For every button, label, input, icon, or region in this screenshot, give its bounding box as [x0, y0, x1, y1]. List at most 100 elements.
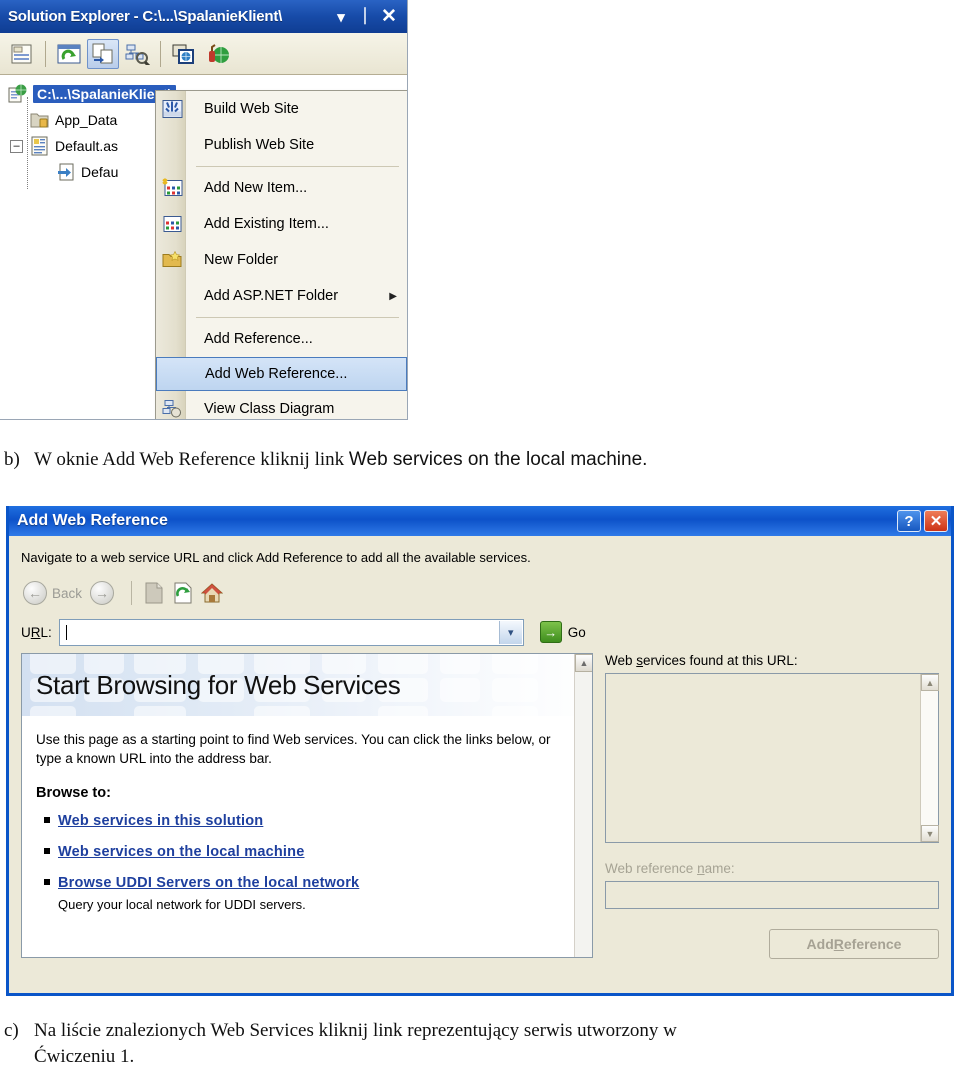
caption-b: b) W oknie Add Web Reference kliknij link…: [4, 447, 944, 473]
help-icon[interactable]: ?: [897, 510, 921, 532]
copy-website-icon[interactable]: [168, 39, 200, 69]
page-root: Solution Explorer - C:\...\SpalanieKlien…: [0, 0, 960, 1072]
tree-item-label: Default.as: [55, 138, 119, 154]
build-icon: [162, 100, 183, 119]
caption-b-part1: W oknie Add Web Reference: [34, 449, 261, 470]
link-web-services-on-the-local-machine[interactable]: Web services on the local machine: [58, 844, 304, 860]
scroll-up-icon[interactable]: ▲: [575, 654, 592, 672]
chevron-right-icon: ▶: [389, 290, 397, 302]
menu-separator-2: [196, 317, 399, 318]
menu-item-label: Add New Item...: [204, 180, 308, 196]
link-browse-uddi-servers[interactable]: Browse UDDI Servers on the local network: [58, 875, 359, 891]
link-web-services-in-this-solution[interactable]: Web services in this solution: [58, 813, 263, 829]
url-row: URL: ▾ → Go: [9, 615, 951, 649]
go-label: Go: [567, 624, 586, 640]
navbar-separator: [131, 581, 133, 605]
add-new-item-icon: [162, 178, 183, 198]
browse-to-label: Browse to:: [36, 785, 111, 801]
new-folder-icon: [162, 250, 183, 270]
dropdown-icon[interactable]: ▾: [329, 5, 353, 29]
menu-item-add-new-item[interactable]: Add New Item...: [156, 170, 407, 206]
add-reference-button[interactable]: Add Reference: [769, 929, 939, 959]
menu-item-add-web-reference[interactable]: Add Web Reference...: [156, 357, 407, 391]
folder-data-icon: [30, 113, 49, 128]
url-input[interactable]: ▾: [58, 618, 524, 646]
tree-item-label: App_Data: [55, 112, 118, 128]
menu-item-label: Add Existing Item...: [204, 216, 329, 232]
bullet-icon: [44, 879, 50, 885]
caption-c-line1: c) Na liście znalezionych Web Services kl…: [4, 1018, 944, 1044]
go-arrow-icon: →: [539, 621, 562, 643]
solution-explorer-panel: Solution Explorer - C:\...\SpalanieKlien…: [0, 0, 408, 420]
toolbar-separator-2: [160, 40, 161, 67]
properties-icon[interactable]: [6, 39, 38, 69]
tree-item-label: Defau: [81, 164, 119, 180]
scroll-down-icon[interactable]: ▼: [921, 825, 939, 842]
menu-item-build-web-site[interactable]: Build Web Site: [156, 91, 407, 127]
add-existing-item-icon: [162, 215, 183, 234]
menu-item-label: Add Web Reference...: [205, 366, 348, 382]
pin-icon[interactable]: ⏐: [353, 5, 377, 29]
menu-item-new-folder[interactable]: New Folder: [156, 242, 407, 278]
caption-c-marker: c): [4, 1020, 19, 1041]
back-button[interactable]: ← Back: [23, 581, 82, 605]
stop-icon[interactable]: [141, 580, 167, 606]
bullet-icon: [44, 817, 50, 823]
web-reference-name-input[interactable]: [605, 881, 939, 909]
dialog-instruction: Navigate to a web service URL and click …: [21, 550, 531, 565]
refresh-icon[interactable]: [170, 580, 196, 606]
menu-separator: [196, 166, 399, 167]
browser-pane: Start Browsing for Web Services Use this…: [21, 653, 593, 958]
dialog-button-row: Add Reference: [605, 929, 939, 959]
go-button[interactable]: → Go: [539, 621, 586, 643]
browser-heading: Start Browsing for Web Services: [36, 670, 401, 700]
menu-item-add-aspnet-folder[interactable]: Add ASP.NET Folder ▶: [156, 278, 407, 314]
dialog-titlebar: Add Web Reference ? ✕: [9, 506, 951, 536]
caption-b-marker: b): [4, 449, 20, 470]
class-diagram-icon: [162, 400, 183, 419]
add-web-reference-dialog: Add Web Reference ? ✕ Navigate to a web …: [6, 506, 954, 996]
browser-scrollbar[interactable]: ▲: [574, 654, 592, 957]
dialog-title: Add Web Reference: [17, 512, 168, 529]
list-item: Web services in this solution: [44, 811, 576, 831]
solution-explorer-toolbar: [0, 33, 407, 75]
menu-item-view-class-diagram[interactable]: View Class Diagram: [156, 391, 407, 419]
close-icon[interactable]: ✕: [924, 510, 948, 532]
refresh-icon[interactable]: [53, 39, 85, 69]
toolbar-separator: [45, 40, 46, 67]
link-uddi-description: Query your local network for UDDI server…: [58, 897, 306, 912]
web-services-listbox[interactable]: ▲ ▼: [605, 673, 939, 843]
web-services-found-label: Web services found at this URL:: [605, 653, 798, 668]
browser-header-banner: Start Browsing for Web Services: [22, 654, 592, 716]
home-icon[interactable]: [199, 580, 225, 606]
browser-intro-text: Use this page as a starting point to fin…: [36, 732, 551, 766]
solution-explorer-titlebar: Solution Explorer - C:\...\SpalanieKlien…: [0, 0, 407, 33]
forward-button[interactable]: →: [90, 581, 115, 605]
aspnet-config-icon[interactable]: [202, 39, 234, 69]
listbox-scrollbar[interactable]: ▲ ▼: [920, 674, 939, 842]
code-file-icon: [58, 163, 74, 181]
class-view-icon[interactable]: [121, 39, 153, 69]
menu-item-label: Publish Web Site: [204, 137, 315, 153]
browse-links-list: Web services in this solution Web servic…: [36, 811, 576, 914]
browser-content: Use this page as a starting point to fin…: [22, 716, 592, 914]
menu-item-label: New Folder: [204, 252, 279, 268]
menu-item-label: Add Reference...: [204, 331, 313, 347]
website-icon: [8, 84, 27, 103]
forward-arrow-icon: →: [90, 581, 115, 605]
chevron-down-icon[interactable]: ▾: [498, 620, 522, 644]
text-caret: [65, 624, 67, 640]
list-item: Web services on the local machine: [44, 842, 576, 862]
menu-item-add-existing-item[interactable]: Add Existing Item...: [156, 206, 407, 242]
url-label: URL:: [21, 624, 52, 640]
results-pane: Web services found at this URL: ▲ ▼ Web …: [593, 653, 941, 959]
scroll-up-icon[interactable]: ▲: [921, 674, 939, 691]
menu-item-label: View Class Diagram: [204, 401, 335, 417]
show-all-files-icon[interactable]: [87, 38, 119, 69]
menu-item-publish-web-site[interactable]: Publish Web Site: [156, 127, 407, 163]
close-icon[interactable]: ✕: [377, 5, 401, 29]
list-item: Browse UDDI Servers on the local network…: [44, 873, 576, 914]
tree-expander-icon[interactable]: –: [10, 140, 23, 153]
menu-item-add-reference[interactable]: Add Reference...: [156, 321, 407, 357]
caption-c-line2: Ćwiczeniu 1.: [34, 1046, 135, 1067]
